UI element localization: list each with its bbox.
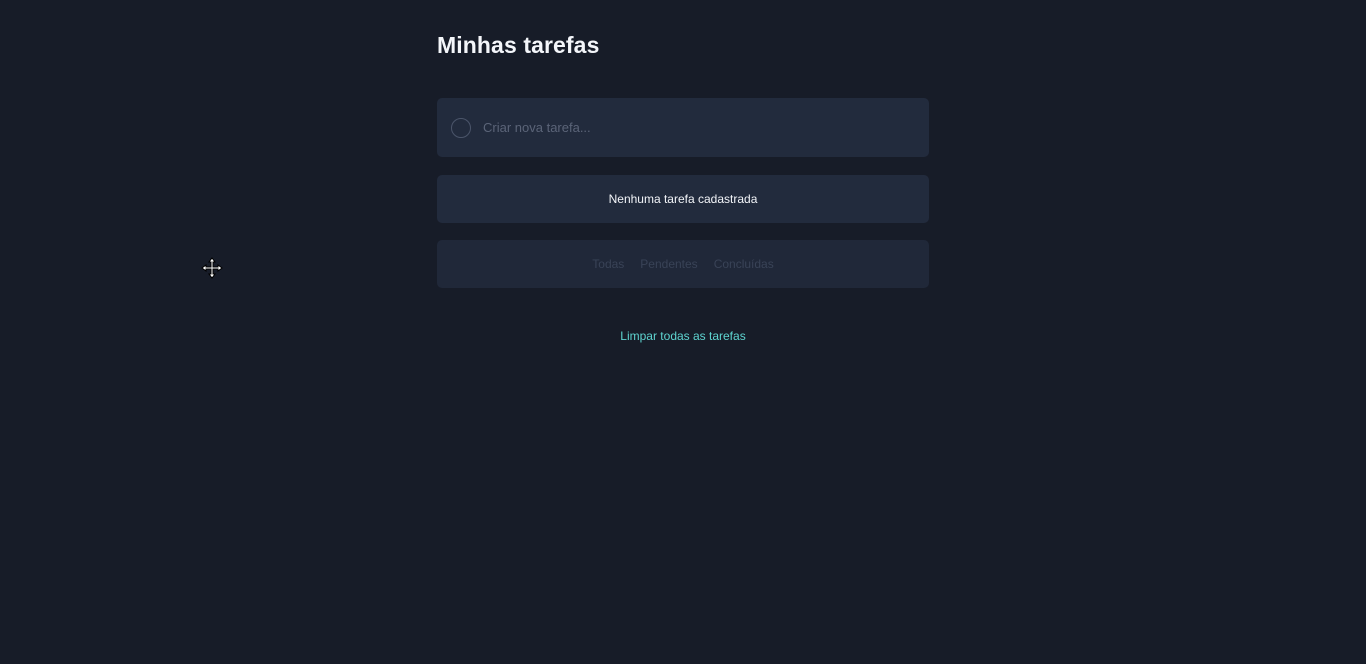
- page-title: Minhas tarefas: [437, 32, 600, 58]
- filter-pending[interactable]: Pendentes: [640, 257, 697, 271]
- empty-state-message: Nenhuma tarefa cadastrada: [608, 192, 758, 206]
- clear-all-tasks-button[interactable]: Limpar todas as tarefas: [437, 329, 929, 343]
- new-task-form: [437, 98, 929, 157]
- filter-bar: Todas Pendentes Concluídas: [437, 240, 929, 288]
- task-list: Nenhuma tarefa cadastrada: [437, 175, 929, 223]
- new-task-input[interactable]: [483, 120, 903, 135]
- checkbox-circle-icon[interactable]: [451, 117, 471, 138]
- filter-all[interactable]: Todas: [592, 257, 624, 271]
- move-cursor-icon: [201, 257, 223, 279]
- filter-completed[interactable]: Concluídas: [714, 257, 774, 271]
